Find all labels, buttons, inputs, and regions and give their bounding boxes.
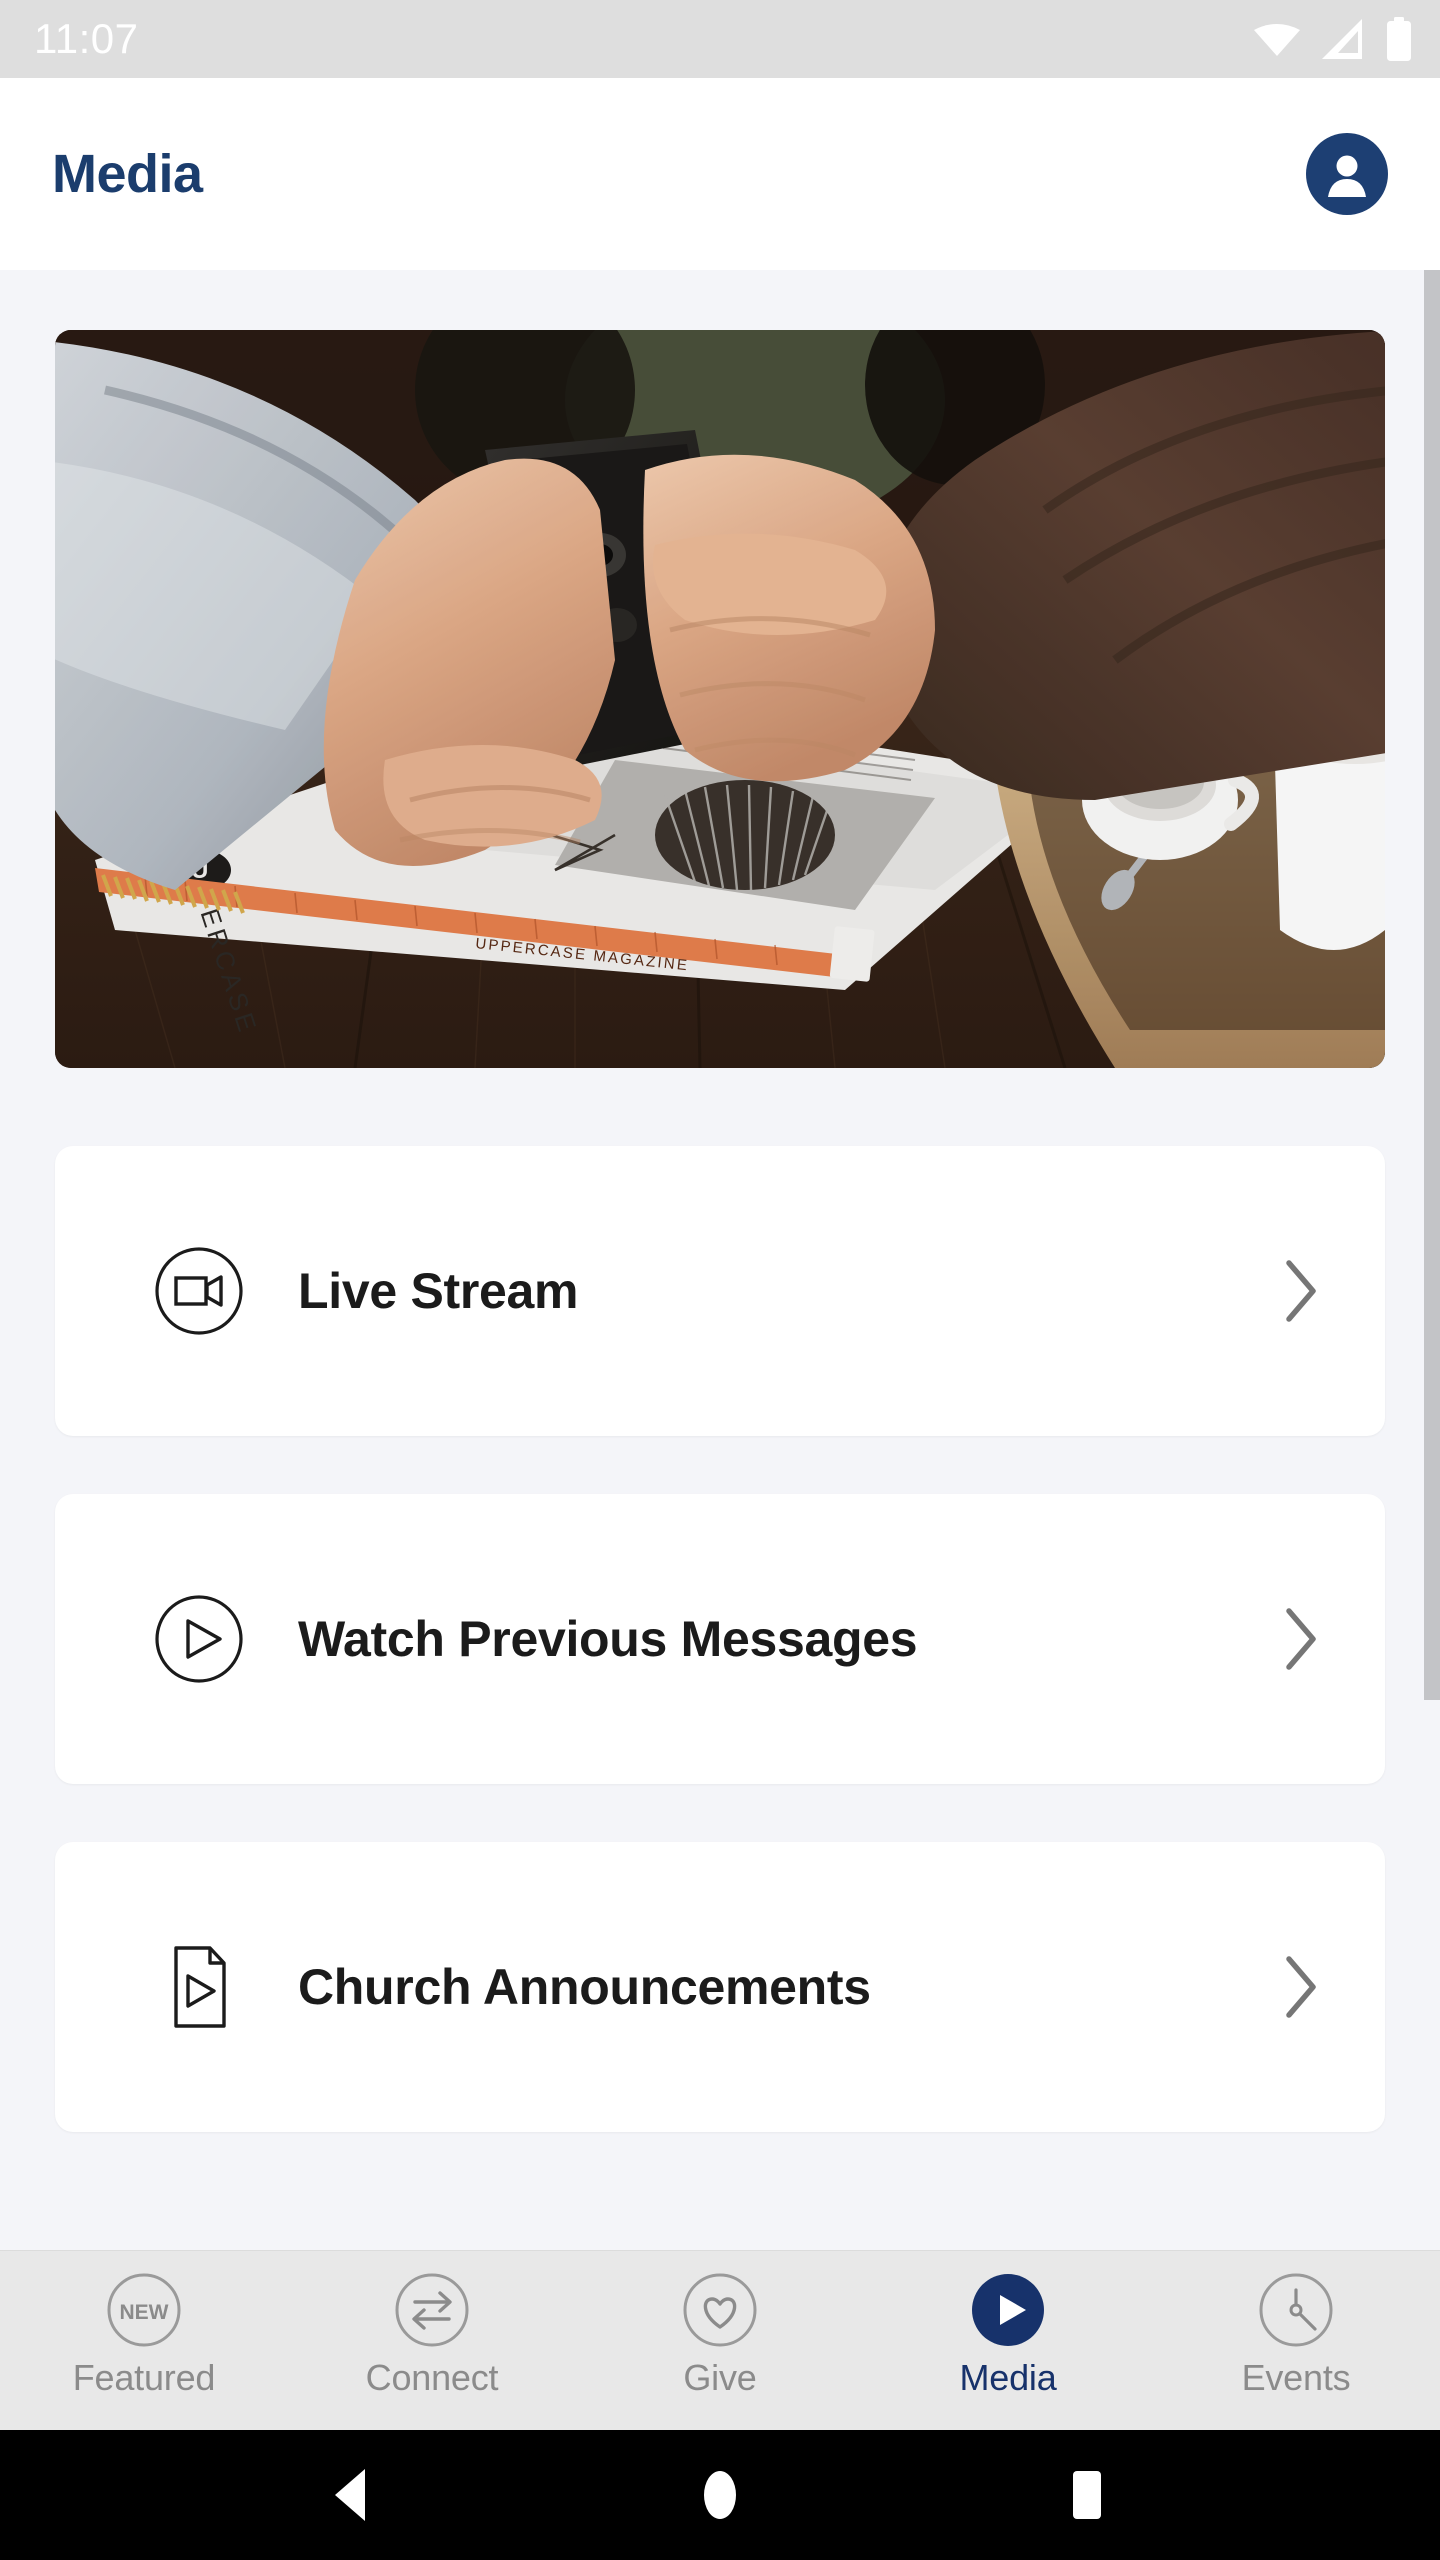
bottom-tab-bar: NEW Featured Connect Give Media Events	[0, 2250, 1440, 2430]
app-header: Media	[0, 78, 1440, 270]
new-badge-icon: NEW	[103, 2269, 185, 2351]
play-filled-icon	[967, 2269, 1049, 2351]
menu-item-church-announcements[interactable]: Church Announcements	[55, 1842, 1385, 2132]
heart-icon	[679, 2269, 761, 2351]
account-avatar[interactable]	[1306, 133, 1388, 215]
menu-item-label: Live Stream	[298, 1263, 579, 1319]
chevron-right-icon[interactable]	[1279, 1605, 1323, 1673]
tab-media[interactable]: Media	[864, 2269, 1152, 2399]
square-icon	[1061, 2467, 1113, 2523]
scrollbar-track[interactable]	[1424, 270, 1440, 2250]
exchange-arrows-icon	[391, 2269, 473, 2351]
status-bar: 11:07	[0, 0, 1440, 78]
tab-label: Give	[683, 2357, 757, 2398]
menu-item-label: Watch Previous Messages	[298, 1611, 918, 1667]
media-menu-list: Live Stream Watch Previous Messages Chur…	[0, 1146, 1440, 2132]
circle-icon	[694, 2467, 746, 2523]
triangle-left-icon	[327, 2465, 379, 2525]
android-navigation-bar	[0, 2430, 1440, 2560]
home-button[interactable]	[675, 2450, 765, 2540]
status-icon-group	[1254, 17, 1412, 61]
tab-give[interactable]: Give	[576, 2269, 864, 2399]
menu-item-live-stream[interactable]: Live Stream	[55, 1146, 1385, 1436]
document-play-icon	[153, 1941, 245, 2033]
cellular-signal-icon	[1322, 19, 1364, 59]
menu-item-label: Church Announcements	[298, 1959, 871, 2015]
svg-text:NEW: NEW	[120, 2301, 169, 2324]
scrollbar-thumb[interactable]	[1424, 270, 1440, 1700]
tab-featured[interactable]: NEW Featured	[0, 2269, 288, 2399]
tab-label: Featured	[72, 2357, 216, 2398]
hero-image: 20 UPPERCASE U	[55, 330, 1385, 1068]
tab-events[interactable]: Events	[1152, 2269, 1440, 2399]
back-button[interactable]	[308, 2450, 398, 2540]
tab-label: Connect	[365, 2357, 499, 2398]
chevron-right-icon[interactable]	[1279, 1257, 1323, 1325]
clock-icon	[1255, 2269, 1337, 2351]
tab-label: Media	[959, 2357, 1057, 2398]
app-root: 11:07 Media UPPERCASE U UPPERCASE MAGAZI…	[0, 0, 1440, 2560]
play-circle-icon	[153, 1593, 245, 1685]
chevron-right-icon[interactable]	[1279, 1953, 1323, 2021]
tab-connect[interactable]: Connect	[288, 2269, 576, 2399]
status-clock: 11:07	[34, 15, 139, 62]
page-title: Media	[52, 144, 203, 204]
recents-button[interactable]	[1042, 2450, 1132, 2540]
wifi-icon	[1254, 22, 1300, 56]
battery-icon	[1386, 17, 1412, 61]
video-camera-icon	[153, 1245, 245, 1337]
tab-label: Events	[1241, 2357, 1351, 2398]
scroll-content[interactable]: 20 UPPERCASE U	[0, 270, 1440, 2250]
menu-item-watch-previous-messages[interactable]: Watch Previous Messages	[55, 1494, 1385, 1784]
